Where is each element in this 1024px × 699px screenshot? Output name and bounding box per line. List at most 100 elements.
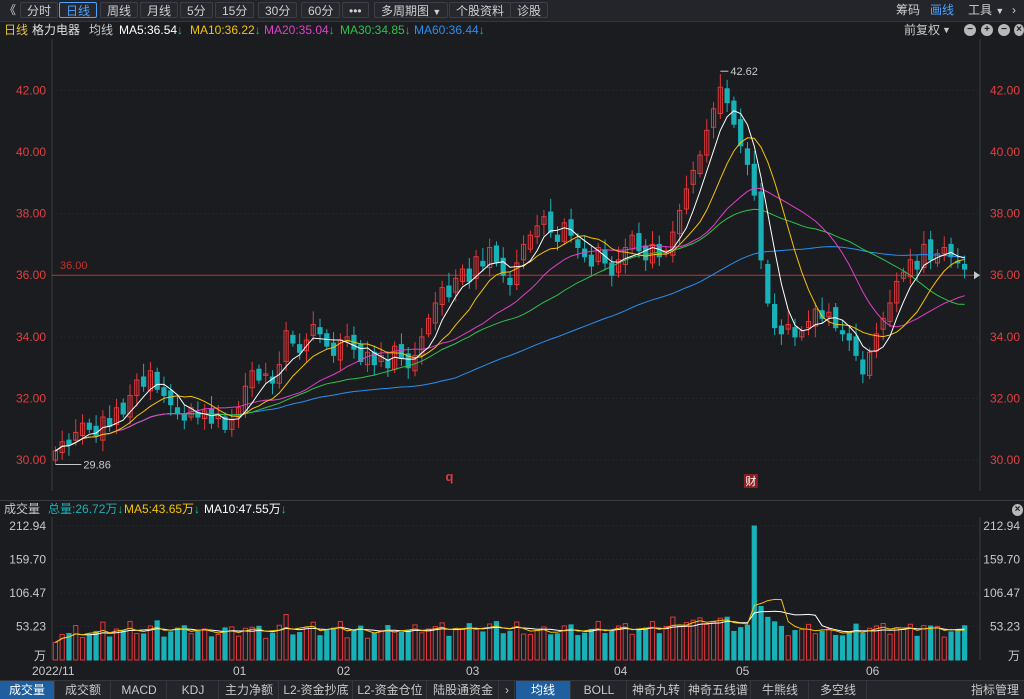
- candle: [744, 148, 751, 165]
- indicator-tab[interactable]: 成交量: [0, 681, 55, 699]
- candle: [609, 262, 615, 276]
- volume-bar: [846, 631, 852, 661]
- multi-period-dropdown[interactable]: 多周期图 ▼: [374, 2, 449, 18]
- volume-bar: [941, 636, 947, 661]
- price-tick-left: 34.00: [16, 330, 46, 344]
- tab-60min[interactable]: 60分: [301, 2, 341, 18]
- candlestick-chart[interactable]: 42.00 42.00 40.00 40.00 38.00 38.00 36.00 36.00…: [0, 39, 1024, 499]
- draw-line-button[interactable]: 画线: [930, 2, 954, 18]
- indicator-tab[interactable]: 多空线: [810, 681, 867, 699]
- candle: [643, 245, 649, 261]
- candle: [256, 368, 262, 381]
- candle: [297, 344, 303, 353]
- volume-bar: [79, 637, 86, 661]
- diagnose-button[interactable]: 诊股: [510, 2, 549, 18]
- indicator-tab[interactable]: BOLL: [572, 681, 627, 699]
- candle: [480, 260, 486, 267]
- tab-30min[interactable]: 30分: [258, 2, 298, 18]
- indicator-tab[interactable]: 均线: [516, 681, 571, 699]
- candle: [554, 234, 561, 242]
- volume-bar: [656, 633, 662, 661]
- volume-label[interactable]: 成交量: [4, 501, 40, 518]
- more-icon[interactable]: •••: [342, 2, 369, 18]
- candle: [161, 387, 167, 396]
- candle: [548, 211, 554, 233]
- down-arrow-icon: ↓: [478, 23, 485, 37]
- volume-bar: [609, 630, 615, 661]
- tab-15min[interactable]: 15分: [215, 2, 255, 18]
- indicator-tab[interactable]: L2-资金仓位: [354, 681, 427, 699]
- volume-bar: [432, 626, 438, 661]
- price-tick-left: 36.00: [16, 268, 46, 282]
- indicator-tab[interactable]: 神奇九转: [628, 681, 685, 699]
- volume-bar: [683, 622, 690, 661]
- close-icon[interactable]: ×: [1014, 24, 1024, 36]
- volume-bar: [778, 625, 785, 661]
- indicator-tab[interactable]: MACD: [112, 681, 167, 699]
- tab-monthly[interactable]: 月线: [140, 2, 179, 18]
- back-icon[interactable]: 《: [4, 2, 16, 18]
- volume-bar: [819, 630, 825, 661]
- indicator-tab[interactable]: KDJ: [168, 681, 219, 699]
- high-price-label: 42.62: [730, 66, 758, 78]
- reference-price-label: 36.00: [60, 260, 88, 272]
- volume-bar: [208, 636, 215, 661]
- volume-bar: [839, 635, 846, 661]
- volume-tick-left: 106.47: [9, 586, 46, 600]
- chip-button[interactable]: 筹码: [896, 2, 920, 18]
- zoom-out-icon[interactable]: −: [964, 24, 976, 36]
- price-tick-right: 30.00: [990, 453, 1020, 467]
- candle: [174, 407, 181, 415]
- candle: [928, 239, 934, 261]
- volume-bar: [772, 621, 778, 661]
- candle: [778, 325, 785, 335]
- ma30-text: MA30:34.85: [340, 23, 405, 37]
- tab-weekly[interactable]: 周线: [100, 2, 139, 18]
- volume-bar: [934, 625, 941, 661]
- indicator-tab[interactable]: 神奇五线谱: [686, 681, 751, 699]
- volume-bar: [962, 625, 968, 661]
- volume-bar: [371, 632, 377, 661]
- volume-bar: [785, 635, 791, 661]
- price-tick-left: 42.00: [16, 83, 46, 97]
- volume-bar: [317, 635, 323, 661]
- volume-bar: [168, 631, 174, 661]
- indicator-tab[interactable]: 主力净额: [220, 681, 279, 699]
- volume-bar: [500, 633, 506, 661]
- candle: [914, 260, 920, 270]
- volume-bar: [93, 630, 99, 661]
- indicator-tab[interactable]: 牛熊线: [752, 681, 809, 699]
- down-arrow-icon: ↓: [254, 23, 261, 37]
- volume-bar: [188, 633, 194, 661]
- volume-bar: [324, 630, 330, 661]
- indicator-tab[interactable]: L2-资金抄底: [280, 681, 353, 699]
- candle: [93, 425, 99, 437]
- candle: [860, 359, 866, 375]
- tab-intraday[interactable]: 分时: [20, 2, 59, 18]
- minimize-icon[interactable]: −: [998, 24, 1010, 36]
- close-panel-icon[interactable]: ›: [1012, 2, 1016, 18]
- adjust-dropdown[interactable]: 前复权: [904, 21, 940, 39]
- price-pointer-icon: [974, 271, 980, 280]
- volume-bar: [595, 620, 601, 661]
- volume-bar: [887, 633, 893, 661]
- indicator-tab[interactable]: 陆股通资金: [428, 681, 499, 699]
- volume-bar: [670, 616, 676, 661]
- tab-daily[interactable]: 日线: [59, 2, 98, 18]
- zoom-in-icon[interactable]: +: [981, 24, 993, 36]
- volume-bar: [107, 636, 113, 661]
- tab-5min[interactable]: 5分: [180, 2, 213, 18]
- indicator-tab[interactable]: 指标管理: [966, 681, 1024, 699]
- indicator-tab[interactable]: 成交额: [56, 681, 111, 699]
- stock-info-button[interactable]: 个股资料: [449, 2, 512, 18]
- scroll-right-icon[interactable]: ›: [500, 681, 515, 699]
- indicator-name[interactable]: 均线: [89, 21, 113, 39]
- close-icon[interactable]: ×: [1012, 504, 1023, 516]
- tools-menu[interactable]: 工具 ▼: [968, 2, 1004, 18]
- volume-bar: [147, 625, 153, 661]
- ma10-value: MA10:36.22↓: [190, 21, 261, 39]
- volume-bar: [731, 630, 737, 661]
- volume-chart[interactable]: 212.94 212.94 159.70 159.70 106.47 106.47 53.2…: [0, 517, 1024, 662]
- volume-bar: [52, 641, 58, 661]
- caret-down-icon[interactable]: ▼: [942, 21, 951, 39]
